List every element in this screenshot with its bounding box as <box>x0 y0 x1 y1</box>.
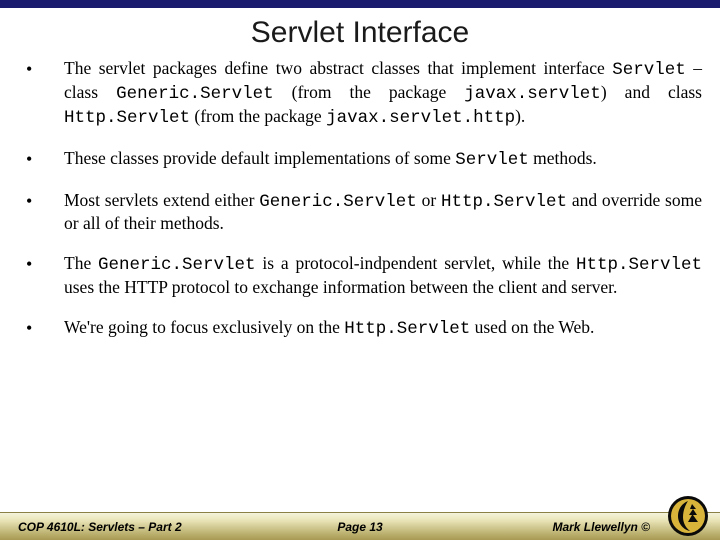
bullet-item: The servlet packages define two abstract… <box>18 58 702 130</box>
body-text: We're going to focus exclusively on the <box>64 317 344 337</box>
body-text: ) and class <box>601 82 702 102</box>
body-text: The <box>64 253 98 273</box>
code-text: Generic.Servlet <box>259 192 417 212</box>
top-accent-bar <box>0 0 720 8</box>
code-text: Http.Servlet <box>344 319 470 339</box>
bullet-item: We're going to focus exclusively on the … <box>18 317 702 341</box>
code-text: javax.servlet <box>464 84 601 104</box>
title-area: Servlet Interface <box>0 8 720 58</box>
body-text: is a protocol-indpendent servlet, while … <box>256 253 576 273</box>
body-text: (from the package <box>190 106 326 126</box>
body-text: methods. <box>529 148 597 168</box>
footer-author: Mark Llewellyn © <box>552 520 650 534</box>
code-text: Http.Servlet <box>64 108 190 128</box>
body-text: Most servlets extend either <box>64 190 259 210</box>
body-text: (from the package <box>274 82 465 102</box>
code-text: Servlet <box>612 60 686 80</box>
footer: COP 4610L: Servlets – Part 2 Page 13 Mar… <box>0 512 720 540</box>
slide-title: Servlet Interface <box>0 16 720 50</box>
code-text: Servlet <box>455 150 529 170</box>
bullet-item: These classes provide default implementa… <box>18 148 702 172</box>
code-text: javax.servlet.http <box>326 108 515 128</box>
ucf-logo-icon <box>666 494 710 538</box>
code-text: Http.Servlet <box>441 192 567 212</box>
code-text: Generic.Servlet <box>116 84 274 104</box>
footer-course: COP 4610L: Servlets – Part 2 <box>18 520 182 534</box>
bullet-item: Most servlets extend either Generic.Serv… <box>18 190 702 236</box>
bullet-list: The servlet packages define two abstract… <box>18 58 702 341</box>
body-text: These classes provide default implementa… <box>64 148 455 168</box>
code-text: Generic.Servlet <box>98 255 256 275</box>
code-text: Http.Servlet <box>576 255 702 275</box>
body-text: or <box>417 190 441 210</box>
body-text: used on the Web. <box>470 317 594 337</box>
body-text: The servlet packages define two abstract… <box>64 58 612 78</box>
body-text: ). <box>515 106 525 126</box>
content-area: The servlet packages define two abstract… <box>0 58 720 341</box>
bullet-item: The Generic.Servlet is a protocol-indpen… <box>18 253 702 299</box>
body-text: uses the HTTP protocol to exchange infor… <box>64 277 617 297</box>
footer-bar: COP 4610L: Servlets – Part 2 Page 13 Mar… <box>0 512 720 540</box>
footer-page: Page 13 <box>337 520 382 534</box>
